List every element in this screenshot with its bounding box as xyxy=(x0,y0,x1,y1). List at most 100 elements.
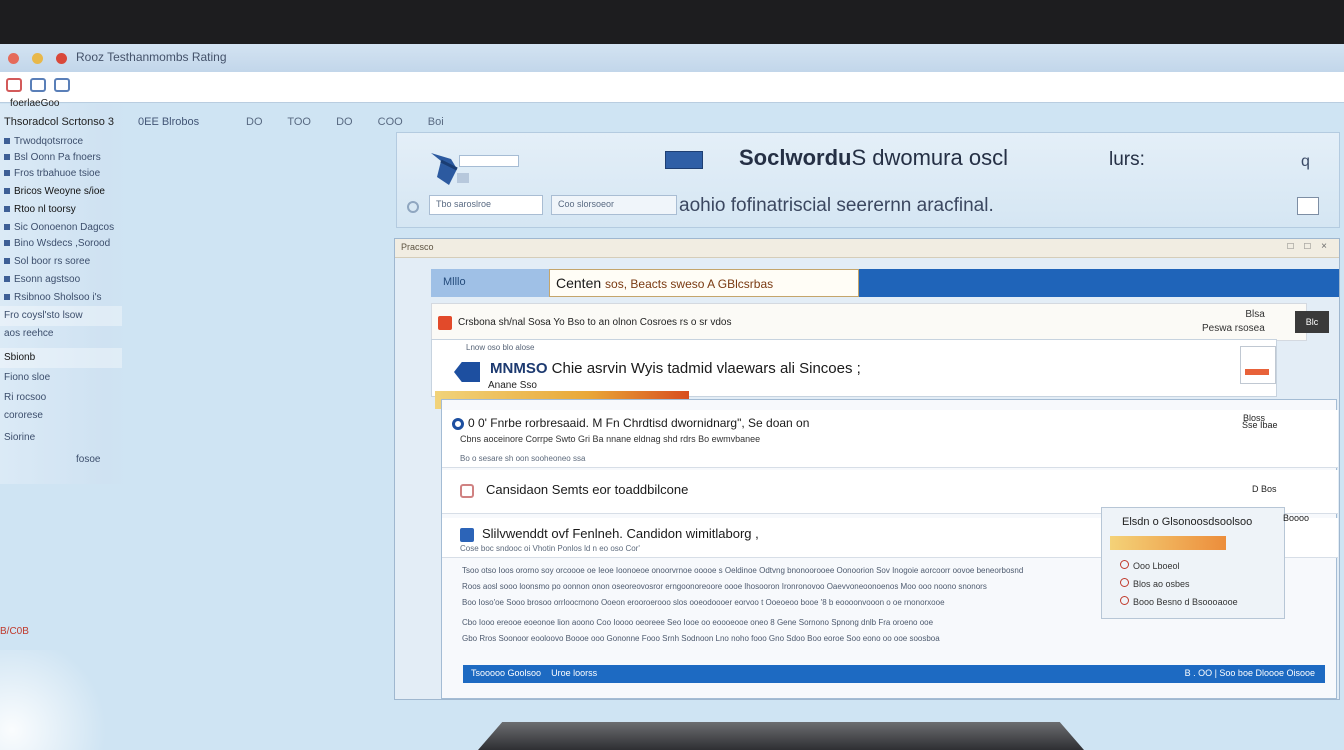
status-left: Tsooooo Goolsoo Uroe loorss xyxy=(471,668,598,678)
sidebar-item[interactable]: aos reehce xyxy=(4,328,53,339)
list-item-meta: Cose boc sndooc oi Vhotin Ponlos ld n eo… xyxy=(460,544,640,553)
bullet-icon xyxy=(4,294,10,300)
list-item[interactable]: 0 0' Fnrbe rorbresaaid. M Fn Chrdtisd dw… xyxy=(442,410,1338,468)
bullet-icon xyxy=(4,170,10,176)
search-header: SoclworduS dwomura oscl lurs: q Tbo saro… xyxy=(396,132,1340,228)
body-text: Tsoo otso Ioos ororno soy orcoooe oe Ieo… xyxy=(462,566,1024,575)
address-text: foerlaeGoo xyxy=(10,98,60,109)
status-dot-icon xyxy=(1120,596,1129,605)
sidebar-item[interactable]: Sol boor rs soree xyxy=(4,256,90,267)
menu-item[interactable]: COO xyxy=(378,116,403,128)
body-text: Roos aosl sooo loonsmo po oonnon onon os… xyxy=(462,582,987,591)
tab-home[interactable]: Mlllo xyxy=(431,269,549,297)
bullet-icon xyxy=(4,240,10,246)
sidebar-item[interactable]: Fiono sloe xyxy=(4,372,50,383)
tab-icon[interactable] xyxy=(6,78,22,92)
sidebar-item[interactable]: fosoe xyxy=(76,454,100,465)
sidebar-item[interactable]: cororese xyxy=(4,410,43,421)
monitor-bezel xyxy=(0,0,1344,44)
sidebar: foerlaeGoo Thsoradcol Scrtonso 3 0EE Blr… xyxy=(0,98,199,484)
logo-icon xyxy=(431,153,469,185)
sidebar-item[interactable]: Bino Wsdecs ,Sorood xyxy=(4,238,110,249)
maximize-dot-icon[interactable] xyxy=(56,53,67,64)
status-right: B . OO | Soo boe Dloooe Oisooe xyxy=(1184,668,1315,678)
toolbar-text: Crsbona sh/nal Sosa Yo Bso to an olnon C… xyxy=(458,317,732,328)
search-icon[interactable]: q xyxy=(1301,153,1310,171)
radio-icon[interactable] xyxy=(452,418,464,430)
tab-active[interactable]: Centen sos, Beacts sweso A GBlcsrbas xyxy=(549,269,859,297)
screen-glare xyxy=(0,650,120,750)
ribbon-flag-icon xyxy=(665,151,703,169)
body-text: Gbo Rros Soonoor eooloovo Boooe ooo Gono… xyxy=(462,634,940,643)
result-heading: MNMSO Chie asrvin Wyis tadmid vlaewars a… xyxy=(490,360,861,377)
bullet-icon xyxy=(4,258,10,264)
bullet-icon xyxy=(4,224,10,230)
sidebar-heading-extra: 0EE Blrobos xyxy=(138,116,200,128)
side-panel-line[interactable]: Booo Besno d Bsoooaooe xyxy=(1120,596,1238,607)
side-panel-title: Elsdn o Glsonoosdsoolsoo xyxy=(1122,516,1253,528)
toolbar-button[interactable]: Blc xyxy=(1295,311,1329,333)
list-item-title: Cansidaon Semts eor toaddbilcone xyxy=(486,482,689,497)
result-subheading: Anane Sso xyxy=(488,380,537,391)
side-panel-line[interactable]: Ooo Lboeol xyxy=(1120,560,1180,571)
status-bar: Tsooooo Goolsoo Uroe loorss B . OO | Soo… xyxy=(463,665,1325,683)
sidebar-item[interactable]: Rtoo nl toorsy xyxy=(4,204,76,215)
item-icon xyxy=(460,484,474,498)
tab-icon[interactable] xyxy=(54,78,70,92)
list-item-sub: Cbns aoceinore Corrpe Swto Gri Ba nnane … xyxy=(460,434,761,444)
side-summary-panel: Elsdn o Glsonoosdsoolsoo Ooo Lboeol Blos… xyxy=(1101,507,1285,619)
window-title: Rooz Testhanmombs Rating xyxy=(76,50,227,64)
settings-button[interactable] xyxy=(1297,197,1319,215)
address-bar[interactable] xyxy=(0,72,1344,103)
window-controls[interactable]: □ □ × xyxy=(1288,241,1331,252)
sidebar-item[interactable]: Trwodqotsrroce xyxy=(4,136,83,147)
list-item-right: D Bos xyxy=(1252,484,1277,494)
sidebar-item[interactable]: Sic Oonoenon Dagcos xyxy=(4,222,114,233)
close-dot-icon[interactable] xyxy=(8,53,19,64)
search-input[interactable]: Tbo saroslroe xyxy=(429,195,543,215)
list-item-title: 0 0' Fnrbe rorbresaaid. M Fn Chrdtisd dw… xyxy=(468,416,810,430)
minimize-dot-icon[interactable] xyxy=(32,53,43,64)
sidebar-item[interactable]: Bricos Weoyne s/ioe xyxy=(4,186,105,197)
result-kicker: Lnow oso blo alose xyxy=(466,343,535,352)
tab-icon[interactable] xyxy=(30,78,46,92)
status-dot-icon xyxy=(1120,578,1129,587)
filter-input[interactable]: Coo slorsoeor xyxy=(551,195,677,215)
item-icon xyxy=(460,528,474,542)
bullet-icon xyxy=(4,138,10,144)
menu-item[interactable]: TOO xyxy=(287,116,311,128)
sidebar-item[interactable]: Sbionb xyxy=(4,352,35,363)
bullet-icon xyxy=(4,206,10,212)
logo-bar xyxy=(459,155,519,167)
status-dot-icon xyxy=(1120,560,1129,569)
sidebar-heading: Thsoradcol Scrtonso 3 xyxy=(4,116,115,128)
sidebar-item[interactable]: Esonn agstsoo xyxy=(4,274,80,285)
menu-item[interactable]: DO xyxy=(246,116,263,128)
menu-item[interactable]: DO xyxy=(336,116,353,128)
progress-bar xyxy=(1110,536,1226,550)
tool-icon[interactable] xyxy=(438,316,452,330)
toolbar-row: Crsbona sh/nal Sosa Yo Bso to an olnon C… xyxy=(431,303,1307,341)
sidebar-item[interactable]: Rsibnoo Sholsoo i's xyxy=(4,292,102,303)
sidebar-item[interactable]: Siorine xyxy=(4,432,35,443)
sidebar-item[interactable]: Ri rocsoo xyxy=(4,392,46,403)
sidebar-item[interactable]: Fros trbahuoe tsioe xyxy=(4,168,100,179)
side-panel-line[interactable]: Blos ao osbes xyxy=(1120,578,1190,589)
bullet-icon xyxy=(4,188,10,194)
refresh-icon[interactable] xyxy=(407,201,419,213)
toolbar-right-label: Blsa xyxy=(1245,309,1265,320)
window-titlebar: Rooz Testhanmombs Rating xyxy=(0,44,1344,73)
list-item-title: Slilvwenddt ovf Fenlneh. Candidon wimitl… xyxy=(482,526,759,541)
menu-item[interactable]: Boi xyxy=(428,116,444,128)
sidebar-item[interactable]: Bsl Oonn Pa fnoers xyxy=(4,152,101,163)
right-label: Bloss xyxy=(1243,413,1266,423)
site-title: SoclworduS dwomura oscl xyxy=(739,145,1008,170)
sidebar-item[interactable]: Fro coysl'sto lsow xyxy=(4,310,83,321)
tab-bar: Mlllo Centen sos, Beacts sweso A GBlcsrb… xyxy=(431,269,1339,297)
right-label: Boooo xyxy=(1283,513,1310,523)
body-text: Cbo Iooo ereooe eoeonoe lion aoono Coo I… xyxy=(462,618,934,627)
result-thumbnail[interactable] xyxy=(1240,346,1276,384)
back-arrow-icon[interactable] xyxy=(454,362,480,382)
tagline: aohio fofinatriscial seerernn aracfinal. xyxy=(679,195,994,216)
result-header: Lnow oso blo alose MNMSO Chie asrvin Wyi… xyxy=(431,339,1277,397)
